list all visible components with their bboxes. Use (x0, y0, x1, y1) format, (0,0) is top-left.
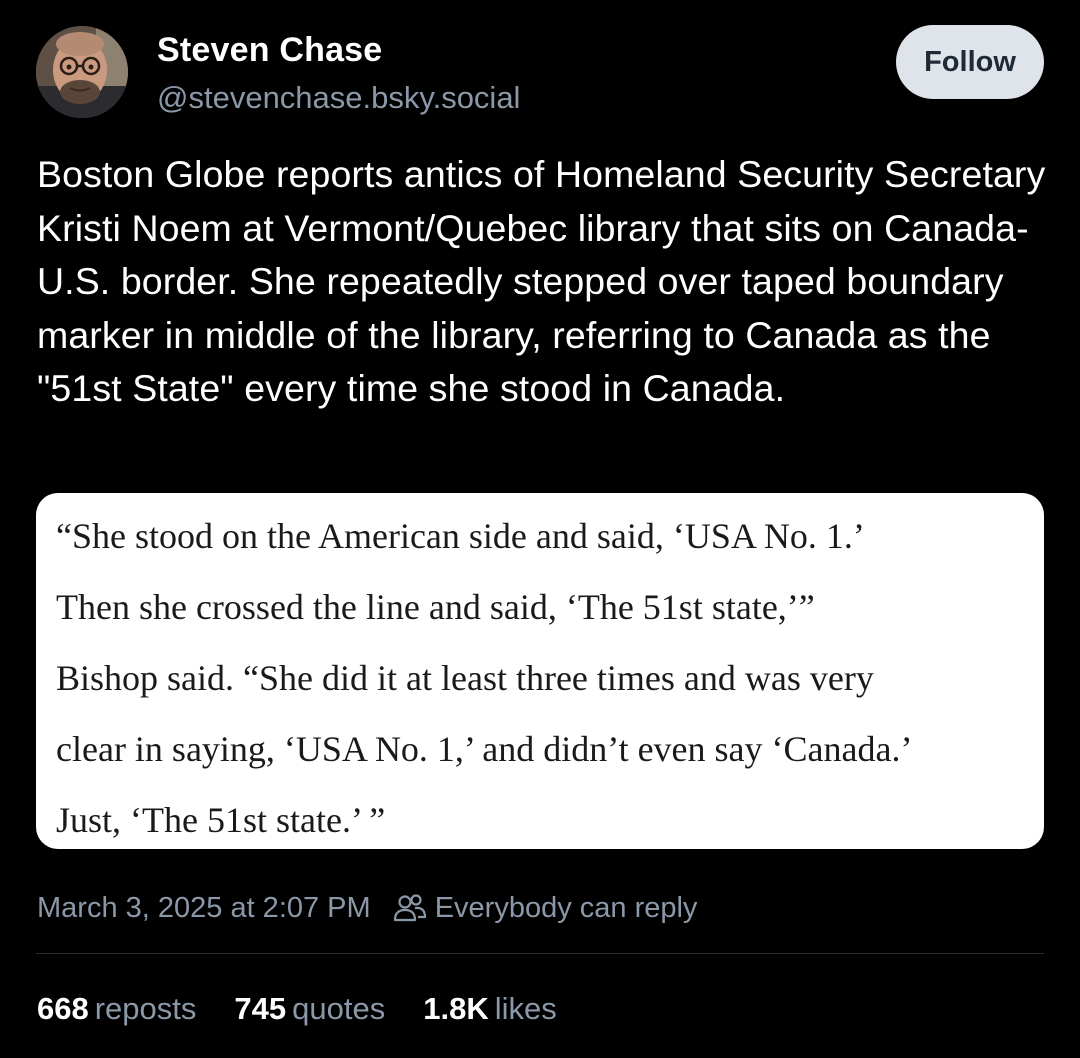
reposts-count: 668 (37, 991, 89, 1026)
author-handle[interactable]: @stevenchase.bsky.social (157, 78, 520, 118)
quote-line: Just, ‘The 51st state.’ ” (56, 800, 386, 840)
follow-button[interactable]: Follow (896, 25, 1044, 99)
divider (36, 953, 1044, 954)
avatar[interactable] (36, 26, 128, 118)
quote-line: clear in saying, ‘USA No. 1,’ and didn’t… (56, 729, 913, 769)
post-stats: 668 reposts 745 quotes 1.8K likes (37, 987, 595, 1031)
likes-stat[interactable]: 1.8K likes (423, 991, 557, 1027)
reposts-stat[interactable]: 668 reposts (37, 991, 196, 1027)
user-avatar-icon (36, 26, 128, 118)
post-meta: March 3, 2025 at 2:07 PM Everybody can r… (37, 886, 697, 930)
post-text: Boston Globe reports antics of Homeland … (37, 153, 1046, 410)
quotes-count: 745 (234, 991, 287, 1026)
post-header: Steven Chase @stevenchase.bsky.social Fo… (36, 24, 1044, 120)
people-icon (393, 893, 427, 923)
likes-count: 1.8K (423, 991, 489, 1026)
author-names: Steven Chase @stevenchase.bsky.social (157, 30, 520, 118)
author-display-name[interactable]: Steven Chase (157, 30, 520, 70)
quotes-label: quotes (292, 991, 386, 1026)
quote-line: Bishop said. “She did it at least three … (56, 658, 874, 698)
post-timestamp[interactable]: March 3, 2025 at 2:07 PM (37, 892, 371, 925)
quote-line: Then she crossed the line and said, ‘The… (56, 587, 815, 627)
quote-line: “She stood on the American side and said… (56, 516, 865, 556)
likes-label: likes (494, 991, 557, 1026)
quote-image-text: “She stood on the American side and said… (56, 501, 1044, 849)
reply-setting[interactable]: Everybody can reply (435, 892, 698, 925)
quotes-stat[interactable]: 745 quotes (234, 991, 385, 1027)
reposts-label: reposts (94, 991, 197, 1026)
embedded-quote-image[interactable]: “She stood on the American side and said… (36, 493, 1044, 849)
